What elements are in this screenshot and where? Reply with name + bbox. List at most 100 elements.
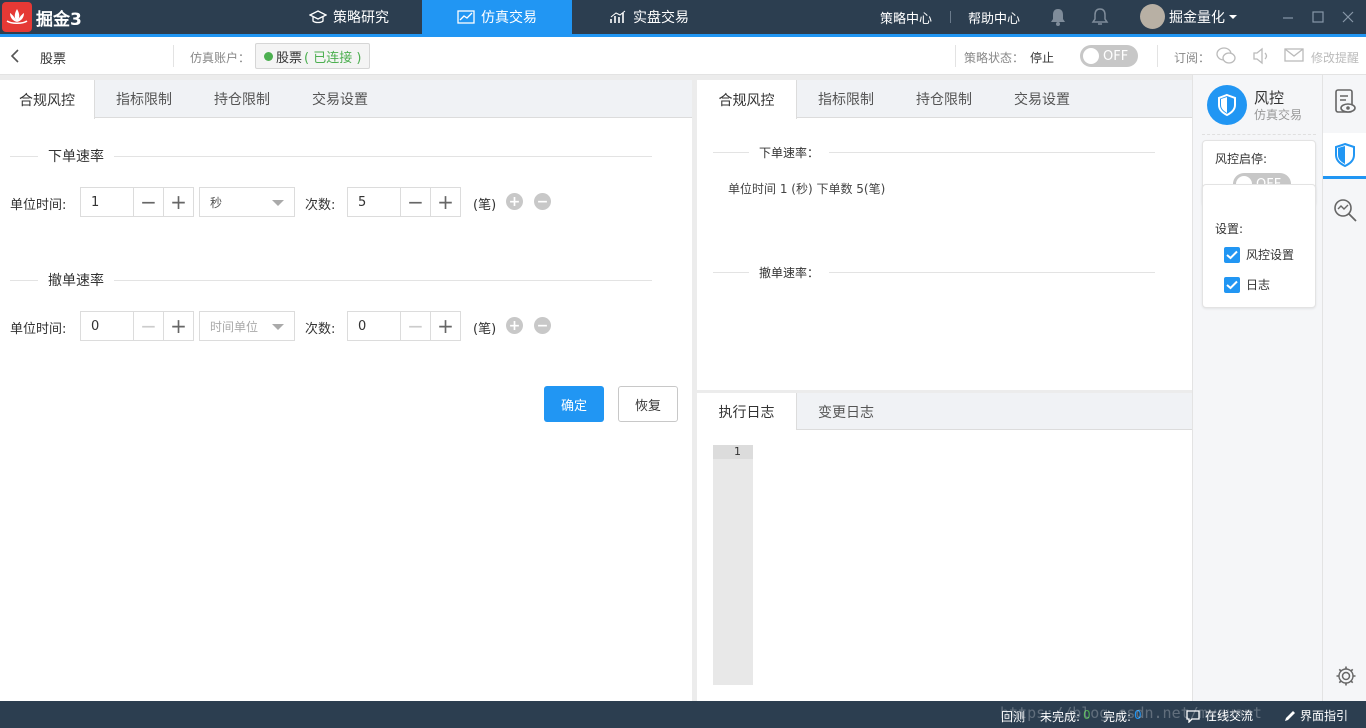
- risk-settings-checkbox[interactable]: 风控设置: [1224, 246, 1294, 263]
- tab-sim-trading[interactable]: 仿真交易: [422, 0, 572, 34]
- connection-status: ( 已连接 ): [304, 50, 362, 66]
- maximize-icon[interactable]: [1310, 9, 1326, 25]
- minus-button[interactable]: −: [401, 187, 431, 217]
- tab-compliance[interactable]: 合规风控: [0, 80, 95, 119]
- tab-strategy-research[interactable]: 策略研究: [290, 0, 408, 34]
- log-checkbox[interactable]: 日志: [1224, 276, 1270, 293]
- add-rule-icon[interactable]: +: [506, 317, 523, 334]
- side-title: 风控: [1254, 89, 1285, 107]
- tab-position-limit[interactable]: 持仓限制: [193, 80, 291, 118]
- risk-shield-icon[interactable]: [1323, 133, 1366, 179]
- checkmark-icon: [1224, 246, 1240, 263]
- sub-toolbar: 股票 仿真账户： 股票 ( 已连接 ) 策略状态： 停止 OFF 订阅： 修改提…: [0, 37, 1366, 75]
- modify-reminder-link[interactable]: 修改提醒: [1311, 49, 1359, 66]
- order-unit-select[interactable]: 秒: [199, 187, 295, 217]
- wechat-icon[interactable]: [1215, 46, 1237, 70]
- unit-time-label: 单位时间:: [10, 198, 67, 213]
- count-label: 次数:: [305, 322, 336, 337]
- bell-icon[interactable]: [1048, 7, 1068, 31]
- minus-button[interactable]: −: [401, 311, 431, 341]
- status-bar: 回测 未完成: 0 完成: 0 https://blog.csdn.net/my…: [0, 701, 1366, 728]
- plus-button[interactable]: +: [164, 187, 194, 217]
- ui-guide-label: 界面指引: [1300, 709, 1349, 723]
- divider: [829, 151, 1156, 153]
- strategy-toggle[interactable]: OFF: [1080, 45, 1138, 67]
- cancel-count-input[interactable]: 0: [347, 311, 401, 341]
- cancel-unit-time-input[interactable]: 0: [80, 311, 134, 341]
- cancel-rate-section: 撤单速率: [10, 270, 652, 290]
- app-logo[interactable]: 掘金3: [0, 0, 90, 34]
- doc-eye-icon[interactable]: [1323, 79, 1366, 125]
- remove-rule-icon[interactable]: −: [534, 317, 551, 334]
- guide-pen-icon: [1285, 710, 1295, 721]
- section-title: 下单速率：: [759, 145, 820, 160]
- risk-settings-panel: 合规风控 指标限制 持仓限制 交易设置 下单速率 单位时间: 1 − + 秒 次…: [0, 80, 692, 701]
- account-label: 仿真账户：: [190, 51, 251, 65]
- user-menu[interactable]: 掘金量化: [1169, 0, 1238, 34]
- section-title: 下单速率: [48, 149, 104, 165]
- tab-trade-settings[interactable]: 交易设置: [291, 80, 389, 118]
- order-rate-summary-section: 下单速率：: [713, 142, 1156, 162]
- caret-down-icon: [272, 324, 284, 330]
- order-count-input[interactable]: 5: [347, 187, 401, 217]
- confirm-button[interactable]: 确定: [544, 386, 604, 422]
- account-name: 股票: [276, 50, 303, 66]
- tab-indicator-limit[interactable]: 指标限制: [95, 80, 193, 118]
- tab-change-log[interactable]: 变更日志: [797, 393, 895, 430]
- minimize-icon[interactable]: [1280, 9, 1296, 25]
- unit-time-label: 单位时间:: [10, 322, 67, 337]
- connected-status-dot: [264, 51, 273, 61]
- log-panel: 执行日志 变更日志 1: [697, 393, 1192, 701]
- tab-execution-log[interactable]: 执行日志: [697, 393, 797, 430]
- analysis-icon[interactable]: [1323, 187, 1366, 233]
- minus-button[interactable]: −: [134, 187, 164, 217]
- plus-button[interactable]: +: [431, 311, 461, 341]
- divider: [955, 45, 956, 67]
- plus-button[interactable]: +: [164, 311, 194, 341]
- close-icon[interactable]: [1340, 9, 1356, 25]
- toggle-card-label: 风控启停:: [1215, 152, 1268, 166]
- line-number: 1: [713, 445, 753, 459]
- order-rate-row: 单位时间: 1 − + 秒 次数: 5 − + (笔) + −: [10, 187, 690, 217]
- divider: [829, 271, 1156, 273]
- divider: [173, 45, 174, 67]
- settings-gear-icon[interactable]: [1335, 665, 1357, 691]
- speaker-icon[interactable]: [1251, 46, 1271, 70]
- unit-suffix: (笔): [473, 322, 497, 337]
- mail-icon[interactable]: [1284, 47, 1304, 67]
- add-rule-icon[interactable]: +: [506, 193, 523, 210]
- strategy-status-label: 策略状态：: [964, 51, 1025, 65]
- tab-compliance[interactable]: 合规风控: [697, 80, 797, 119]
- cancel-rate-row: 单位时间: 0 − + 时间单位 次数: 0 − + (笔) + −: [10, 311, 690, 341]
- select-value: 秒: [210, 195, 223, 210]
- divider: [10, 279, 38, 281]
- breadcrumb-title: 股票: [40, 52, 67, 67]
- select-placeholder: 时间单位: [210, 319, 259, 334]
- strategy-center-link[interactable]: 策略中心: [880, 0, 932, 34]
- tab-live-trading[interactable]: 实盘交易: [590, 0, 708, 34]
- minus-button[interactable]: −: [134, 311, 164, 341]
- order-rate-summary: 单位时间 1 (秒) 下单数 5(笔): [728, 182, 886, 196]
- cancel-unit-select[interactable]: 时间单位: [199, 311, 295, 341]
- avatar[interactable]: [1140, 4, 1165, 29]
- help-center-link[interactable]: 帮助中心: [968, 0, 1020, 34]
- reset-button[interactable]: 恢复: [618, 386, 678, 422]
- divider: [1202, 134, 1316, 135]
- order-unit-time-input[interactable]: 1: [80, 187, 134, 217]
- plus-button[interactable]: +: [431, 187, 461, 217]
- tab-trade-settings[interactable]: 交易设置: [993, 80, 1091, 118]
- online-chat-label: 在线交流: [1205, 709, 1254, 723]
- checkmark-icon: [1224, 276, 1240, 293]
- account-select[interactable]: 股票 ( 已连接 ): [255, 43, 371, 69]
- checkbox-label: 风控设置: [1246, 248, 1295, 262]
- online-chat-button[interactable]: 在线交流: [1185, 707, 1253, 724]
- tab-position-limit[interactable]: 持仓限制: [895, 80, 993, 118]
- notification-bell-icon[interactable]: [1090, 7, 1110, 31]
- lotus-logo-icon: [2, 2, 32, 32]
- log-tabs: 执行日志 变更日志: [697, 393, 1192, 430]
- caret-down-icon: [272, 200, 284, 206]
- tab-indicator-limit[interactable]: 指标限制: [797, 80, 895, 118]
- back-arrow-icon[interactable]: [8, 48, 22, 68]
- ui-guide-button[interactable]: 界面指引: [1283, 707, 1348, 724]
- remove-rule-icon[interactable]: −: [534, 193, 551, 210]
